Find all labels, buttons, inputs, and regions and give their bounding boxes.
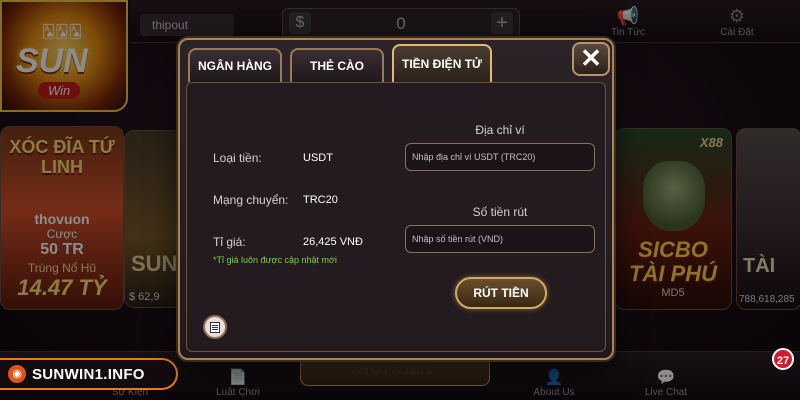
document-icon xyxy=(210,322,220,333)
notification-badge[interactable]: 27 xyxy=(772,348,794,370)
wallet-address-input[interactable] xyxy=(405,143,595,171)
withdraw-amount-input[interactable] xyxy=(405,225,595,253)
rate-value: 26,425 VNĐ xyxy=(303,236,363,248)
site-url: SUNWIN1.INFO xyxy=(32,366,145,383)
rate-label: Tỉ giá: xyxy=(213,235,246,249)
currency-value: USDT xyxy=(303,152,333,164)
rate-note: *Tỉ giá luôn được cập nhật mới xyxy=(213,255,337,265)
site-badge: ◉ SUNWIN1.INFO xyxy=(0,358,178,390)
close-button[interactable]: ✕ xyxy=(572,42,610,76)
network-label: Mạng chuyển: xyxy=(213,193,289,207)
tab-card[interactable]: THẺ CÀO xyxy=(290,48,384,82)
withdraw-dialog: NGÂN HÀNG THẺ CÀO TIỀN ĐIỆN TỬ ✕ Loại ti… xyxy=(178,38,614,360)
amount-title: Số tiền rút xyxy=(472,205,528,219)
currency-label: Loại tiền: xyxy=(213,151,262,165)
withdraw-submit-button[interactable]: RÚT TIỀN xyxy=(455,277,547,309)
wallet-title: Địa chỉ ví xyxy=(475,123,525,137)
tab-bank[interactable]: NGÂN HÀNG xyxy=(188,48,282,82)
network-value: TRC20 xyxy=(303,194,338,206)
globe-icon: ◉ xyxy=(8,365,26,383)
crypto-withdraw-panel: Loại tiền: USDT Mạng chuyển: TRC20 Tỉ gi… xyxy=(186,82,606,352)
tab-crypto[interactable]: TIỀN ĐIỆN TỬ xyxy=(392,44,492,82)
history-button[interactable] xyxy=(203,315,227,339)
